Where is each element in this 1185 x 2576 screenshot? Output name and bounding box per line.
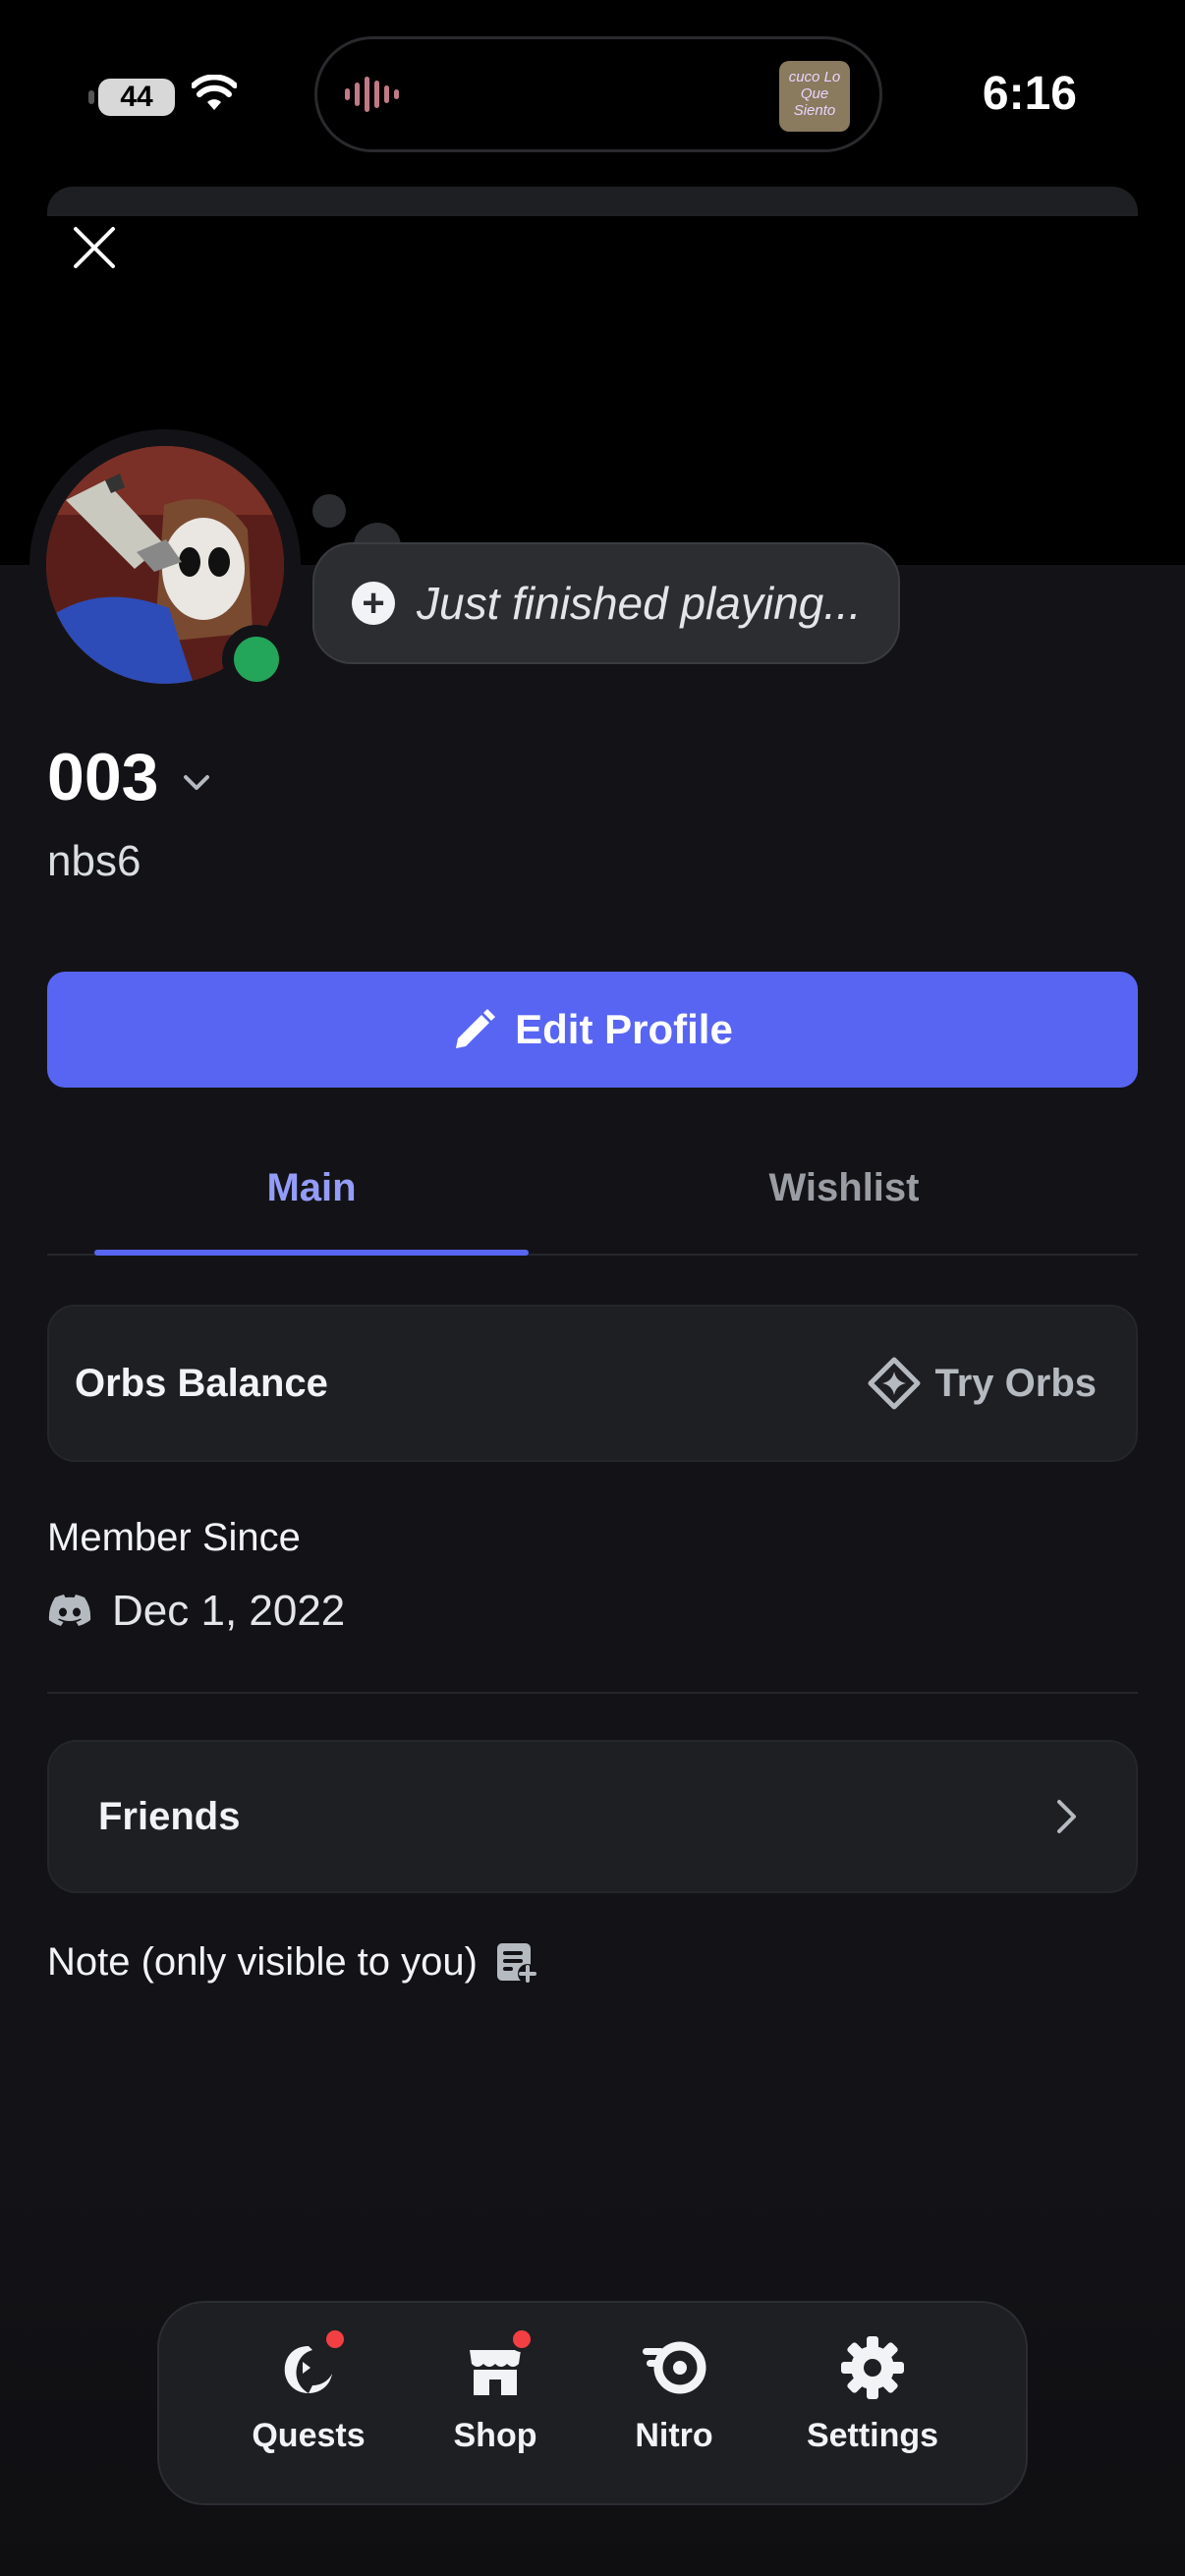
nav-quests[interactable]: Quests	[220, 2326, 397, 2480]
orbs-balance-card: Orbs Balance Try Orbs	[47, 1305, 1138, 1462]
battery-indicator: 44	[88, 79, 175, 116]
status-text: Just finished playing...	[417, 578, 862, 629]
nav-label: Quests	[252, 2417, 366, 2454]
close-button[interactable]	[61, 214, 128, 281]
chevron-down-icon	[184, 775, 210, 790]
display-name: 003	[47, 740, 159, 814]
nav-nitro[interactable]: Nitro	[586, 2332, 762, 2480]
add-note-icon	[496, 1943, 537, 1984]
display-name-dropdown[interactable]: 003	[47, 739, 213, 815]
username: nbs6	[47, 837, 141, 885]
notification-badge	[322, 2326, 348, 2352]
custom-status-bubble[interactable]: + Just finished playing...	[312, 542, 900, 664]
dynamic-island[interactable]: cuco Lo Que Siento	[314, 36, 882, 152]
pencil-icon	[456, 1009, 496, 1048]
friends-label: Friends	[98, 1794, 241, 1838]
online-status-indicator	[222, 625, 291, 694]
waveform-icon	[345, 77, 399, 112]
nav-shop[interactable]: Shop	[407, 2326, 584, 2480]
wifi-icon	[192, 75, 237, 110]
note-label: Note (only visible to you)	[47, 1939, 478, 1984]
chevron-right-icon	[1057, 1800, 1076, 1833]
edit-profile-button[interactable]: Edit Profile	[47, 972, 1138, 1088]
nitro-icon	[643, 2341, 706, 2394]
nav-settings[interactable]: Settings	[784, 2332, 961, 2480]
clock: 6:16	[982, 68, 1077, 120]
try-orbs-label: Try Orbs	[934, 1361, 1097, 1405]
settings-icon	[841, 2336, 904, 2399]
tab-main[interactable]: Main	[94, 1122, 529, 1256]
discord-icon	[48, 1595, 91, 1626]
member-since-date: Dec 1, 2022	[112, 1587, 346, 1635]
add-status-icon: +	[352, 582, 395, 625]
tab-wishlist[interactable]: Wishlist	[627, 1122, 1061, 1254]
orb-icon	[868, 1357, 921, 1410]
nav-label: Shop	[453, 2417, 537, 2454]
notification-badge	[509, 2326, 535, 2352]
nav-label: Settings	[806, 2417, 939, 2454]
nav-label: Nitro	[635, 2417, 713, 2454]
profile-tabs: Main Wishlist	[47, 1122, 1138, 1256]
orbs-balance-label: Orbs Balance	[75, 1361, 328, 1405]
thought-bubble-dot	[312, 494, 346, 528]
sheet-top	[47, 187, 1138, 216]
friends-row[interactable]: Friends	[47, 1740, 1138, 1893]
member-since-label: Member Since	[47, 1516, 301, 1559]
edit-profile-label: Edit Profile	[515, 1006, 733, 1052]
close-icon	[74, 227, 115, 268]
divider	[47, 1692, 1138, 1694]
try-orbs-button[interactable]: Try Orbs	[868, 1357, 1097, 1410]
album-art: cuco Lo Que Siento	[779, 61, 850, 132]
note-row[interactable]: Note (only visible to you)	[47, 1939, 538, 1985]
bottom-navigation: Quests Shop Nitro Settings	[157, 2301, 1028, 2505]
status-bar: 44 cuco Lo Que Siento 6:16	[0, 0, 1185, 187]
member-since-row: Dec 1, 2022	[47, 1587, 345, 1636]
